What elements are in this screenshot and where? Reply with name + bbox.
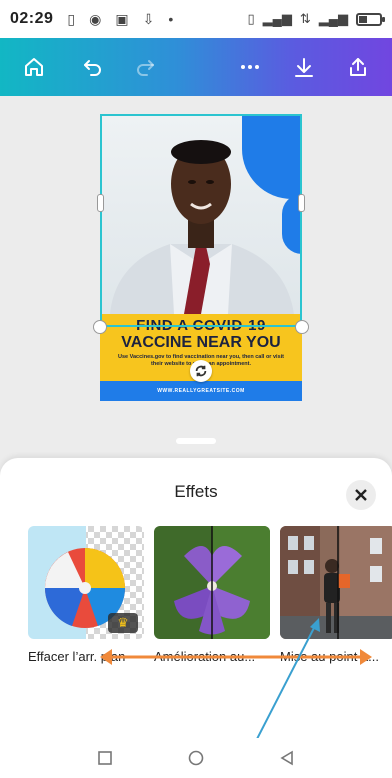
download-button[interactable] bbox=[286, 49, 322, 85]
dot-icon: • bbox=[168, 11, 174, 27]
share-button[interactable] bbox=[340, 49, 376, 85]
poster-photo[interactable] bbox=[100, 114, 302, 314]
home-button[interactable] bbox=[16, 49, 52, 85]
design-canvas[interactable]: FIND A COVID-19 VACCINE NEAR YOU Use Vac… bbox=[0, 96, 392, 458]
square-icon bbox=[98, 751, 113, 765]
more-button[interactable] bbox=[232, 49, 268, 85]
circle-icon bbox=[188, 750, 204, 766]
street-image bbox=[280, 526, 392, 639]
chrome-icon: ◉ bbox=[89, 10, 102, 27]
status-time: 02:29 bbox=[10, 10, 54, 27]
close-button[interactable] bbox=[346, 480, 376, 510]
status-bar: 02:29 ▯ ◉ ▣ ⇩ • ▯ ▂▄▆ ⇅ ▂▄▆ bbox=[0, 0, 392, 38]
resize-handle-bottom-left[interactable] bbox=[93, 320, 107, 334]
footer-url[interactable]: WWW.REALLYGREATSITE.COM bbox=[100, 381, 302, 401]
effect-thumbnail[interactable] bbox=[154, 526, 270, 639]
home-icon bbox=[25, 58, 43, 76]
effects-sheet: Effets ♛ Effacer l’arr. plan bbox=[0, 458, 392, 738]
resize-handle-left[interactable] bbox=[97, 194, 104, 212]
flower-image bbox=[154, 526, 270, 639]
signal-icon: ▂▄▆ bbox=[318, 11, 348, 26]
download-icon: ⇩ bbox=[142, 10, 155, 27]
close-icon bbox=[355, 489, 367, 501]
effect-thumbnail[interactable]: ♛ bbox=[28, 526, 144, 639]
headline-line2[interactable]: VACCINE NEAR YOU bbox=[100, 334, 302, 352]
poster-design[interactable]: FIND A COVID-19 VACCINE NEAR YOU Use Vac… bbox=[100, 114, 302, 401]
more-icon bbox=[241, 65, 259, 69]
headline-line1[interactable]: FIND A COVID-19 bbox=[100, 318, 302, 334]
home-nav-button[interactable] bbox=[184, 746, 208, 770]
resize-handle-bottom-right[interactable] bbox=[295, 320, 309, 334]
rotate-icon bbox=[195, 365, 207, 377]
sheet-title: Effets bbox=[174, 482, 218, 501]
effect-thumbnail[interactable] bbox=[280, 526, 392, 639]
sim-icon: ▯ bbox=[67, 10, 76, 27]
system-navbar bbox=[0, 738, 392, 778]
person-illustration bbox=[110, 140, 294, 314]
redo-button[interactable] bbox=[128, 49, 164, 85]
download-icon bbox=[295, 58, 313, 77]
share-icon bbox=[350, 58, 366, 76]
crown-icon: ♛ bbox=[108, 613, 138, 633]
rotate-handle[interactable] bbox=[190, 360, 212, 382]
resize-handle-right[interactable] bbox=[298, 194, 305, 212]
redo-icon bbox=[137, 60, 154, 76]
triangle-icon bbox=[280, 750, 293, 766]
undo-button[interactable] bbox=[74, 49, 110, 85]
editor-toolbar bbox=[0, 38, 392, 96]
game-icon: ▣ bbox=[115, 10, 129, 27]
battery-icon bbox=[356, 12, 385, 26]
recent-apps-button[interactable] bbox=[93, 746, 117, 770]
data-icon: ⇅ bbox=[299, 11, 311, 26]
back-button[interactable] bbox=[275, 746, 299, 770]
scroll-arrow-annotation bbox=[100, 649, 372, 665]
signal-icon: ▂▄▆ bbox=[262, 11, 292, 26]
vibrate-icon: ▯ bbox=[247, 11, 255, 26]
sheet-grabber[interactable] bbox=[176, 438, 216, 444]
undo-icon bbox=[84, 60, 101, 76]
